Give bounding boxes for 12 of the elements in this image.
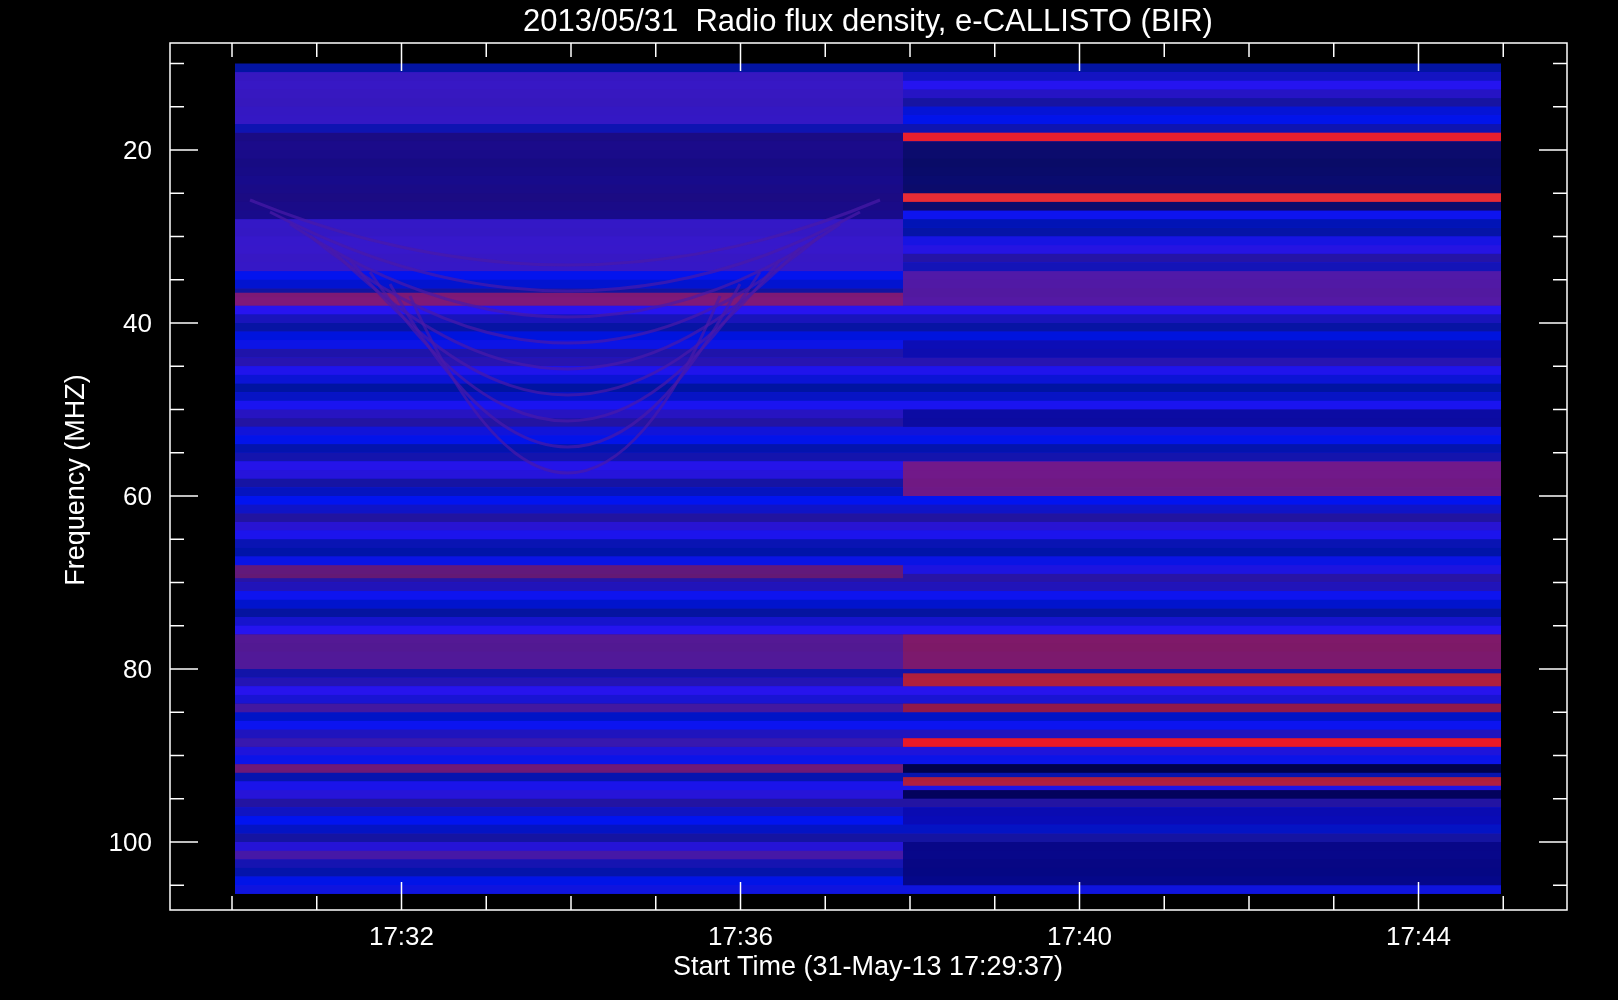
x-tick-label: 17:44	[1385, 921, 1452, 951]
y-axis-label: Frequency (MHZ)	[60, 374, 90, 586]
y-tick-label: 60	[123, 481, 152, 511]
x-tick-label: 17:32	[368, 921, 435, 951]
chart-title: 2013/05/31 Radio flux density, e-CALLISTO (BIR)	[523, 3, 1213, 38]
x-axis-label: Start Time (31-May-13 17:29:37)	[672, 951, 1064, 981]
y-tick-label: 100	[108, 827, 152, 857]
x-tick-label: 17:36	[707, 921, 774, 951]
x-tick-label: 17:40	[1046, 921, 1113, 951]
y-tick-label: 20	[123, 135, 152, 165]
y-tick-label: 80	[123, 654, 152, 684]
y-tick-label: 40	[123, 308, 152, 338]
